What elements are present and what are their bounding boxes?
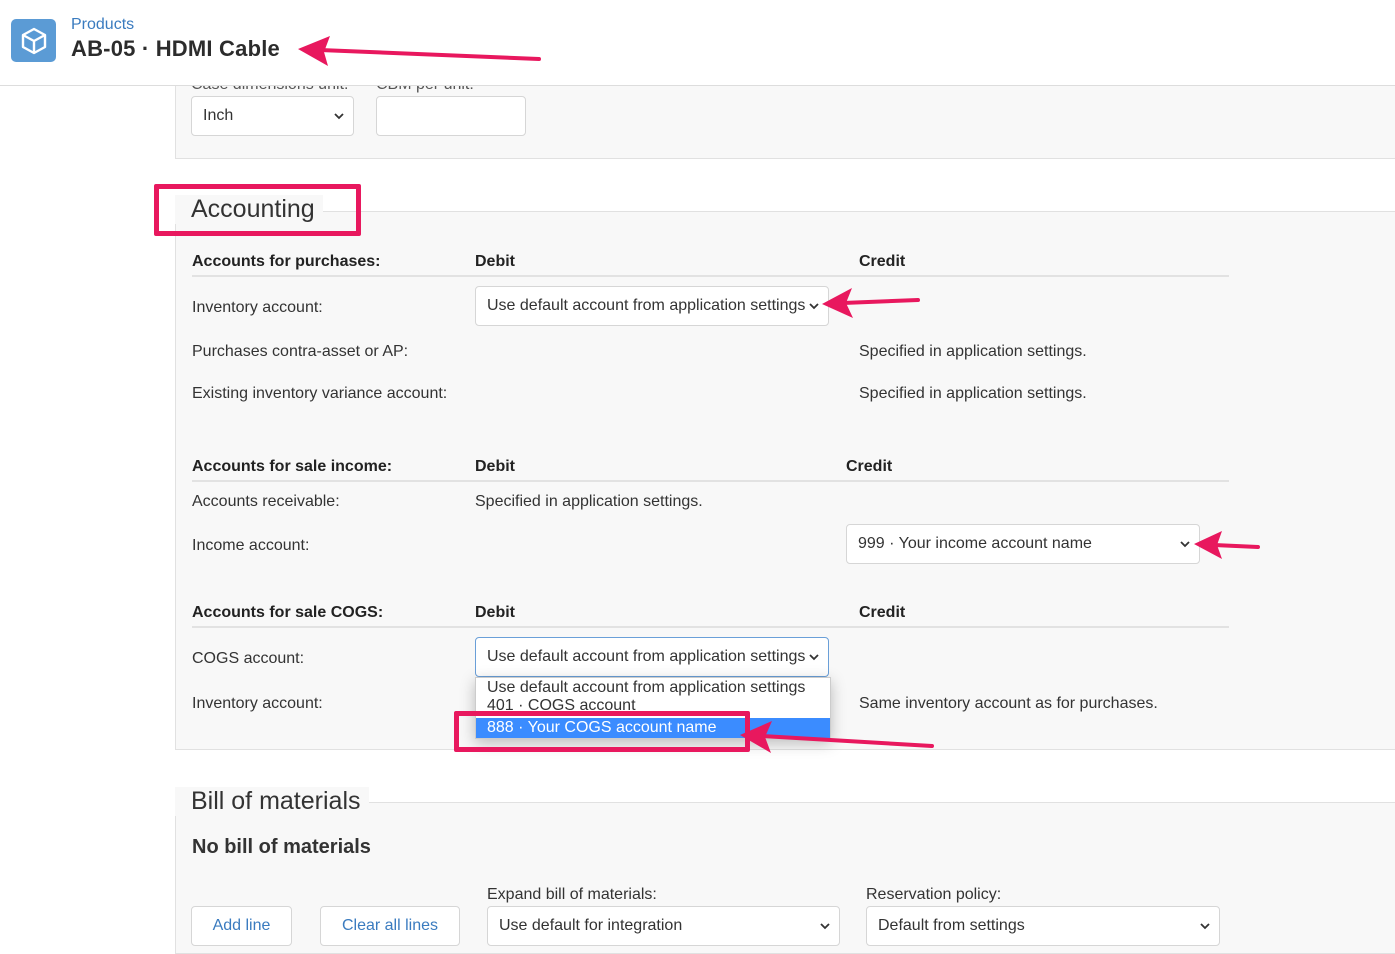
title-arrow-icon [298,36,541,66]
inventory-arrow-icon [822,288,920,318]
annotation-arrows [298,36,1260,753]
cogs-option-arrow-icon [740,721,934,753]
income-arrow-icon [1194,531,1260,559]
